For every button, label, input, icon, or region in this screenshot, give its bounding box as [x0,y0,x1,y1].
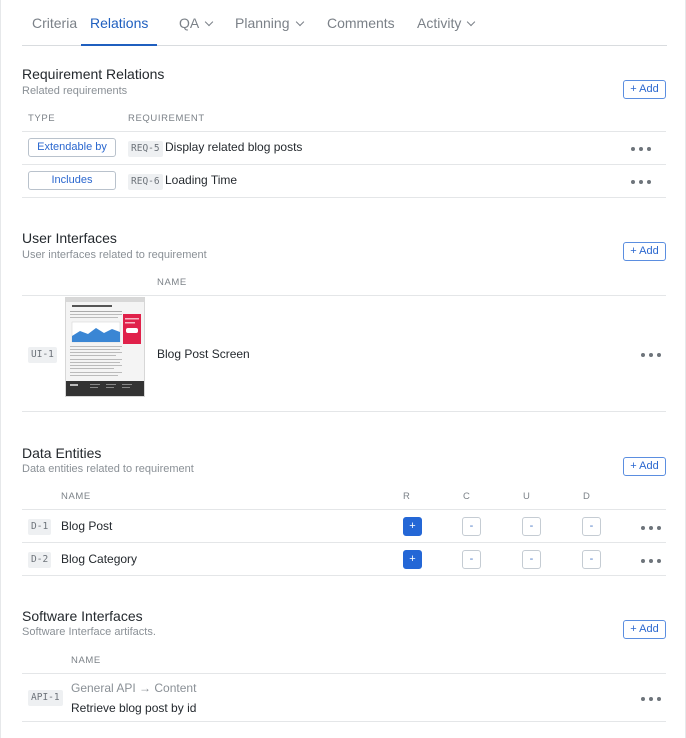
more-options-icon[interactable] [641,693,663,705]
section-subtitle: Data entities related to requirement [22,463,194,475]
section-title: Software Interfaces [22,608,143,624]
divider [22,411,666,412]
column-header-delete: D [583,491,591,502]
add-user-interface-button[interactable]: + Add [623,242,666,261]
tab-label: QA [179,15,200,31]
more-options-icon[interactable] [631,176,653,188]
tab-criteria[interactable]: Criteria [32,14,77,46]
entity-id-badge: D-1 [28,519,52,535]
update-toggle[interactable]: - [522,517,541,536]
divider [22,197,666,198]
update-toggle[interactable]: - [522,550,541,569]
divider [22,509,666,510]
add-data-entity-button[interactable]: + Add [623,457,666,476]
requirement-relations-section: Requirement Relations Related requiremen… [22,66,666,206]
add-requirement-relation-button[interactable]: + Add [623,80,666,99]
tab-bar: Criteria Relations QA Planning Comments … [22,0,667,46]
entity-id-badge: D-2 [28,552,52,568]
tab-label: Relations [90,15,149,31]
thumbnail-image [66,298,144,396]
user-interfaces-section: User Interfaces User interfaces related … [22,230,666,415]
more-options-icon[interactable] [641,555,663,567]
entity-name-link[interactable]: Blog Category [61,552,137,566]
relation-type-selector[interactable]: Includes [28,171,116,190]
divider [22,673,666,674]
tab-relations[interactable]: Relations [81,14,158,46]
chevron-down-icon [204,17,214,27]
divider [22,721,666,722]
api-id-badge: API-1 [28,690,63,706]
ui-name-link[interactable]: Blog Post Screen [157,347,250,361]
ui-id-badge: UI-1 [28,347,57,363]
delete-toggle[interactable]: - [582,550,601,569]
column-header-name: NAME [61,491,91,502]
chevron-down-icon [295,17,304,27]
section-subtitle: Related requirements [22,85,128,97]
relation-type-selector[interactable]: Extendable by [28,138,116,157]
column-header-type: TYPE [28,113,56,124]
more-options-icon[interactable] [641,349,663,361]
divider [22,164,666,165]
divider [22,295,666,296]
tab-label: Comments [327,15,395,31]
column-header-name: NAME [71,655,101,666]
divider [22,131,666,132]
create-toggle[interactable]: - [462,517,481,536]
tab-label: Criteria [32,15,78,31]
entity-name-link[interactable]: Blog Post [61,519,112,533]
more-options-icon[interactable] [641,522,663,534]
tab-comments[interactable]: Comments [327,14,395,46]
add-software-interface-button[interactable]: + Add [623,620,666,639]
tab-planning[interactable]: Planning [235,14,304,46]
ui-screenshot-thumbnail[interactable] [65,297,145,397]
column-header-read: R [403,491,411,502]
tab-qa[interactable]: QA [179,14,214,46]
requirement-id-badge: REQ-5 [128,141,163,157]
relations-panel: Criteria Relations QA Planning Comments … [0,0,686,738]
requirement-name-link[interactable]: Display related blog posts [165,140,302,154]
column-header-name: NAME [157,277,187,288]
tab-label: Planning [235,15,290,31]
read-toggle[interactable]: + [403,550,422,569]
section-title: Data Entities [22,445,102,461]
delete-toggle[interactable]: - [582,517,601,536]
api-name-link[interactable]: Retrieve blog post by id [71,701,196,715]
column-header-requirement: REQUIREMENT [128,113,205,124]
read-toggle[interactable]: + [403,517,422,536]
tab-activity[interactable]: Activity [417,14,476,46]
create-toggle[interactable]: - [462,550,481,569]
section-subtitle: User interfaces related to requirement [22,249,207,261]
divider [22,542,666,543]
more-options-icon[interactable] [631,143,653,155]
requirement-name-link[interactable]: Loading Time [165,173,237,187]
api-path: General API → Content [71,681,197,695]
tab-label: Activity [417,15,462,31]
column-header-create: C [463,491,471,502]
section-subtitle: Software Interface artifacts. [22,626,156,638]
divider [22,575,666,576]
data-entities-section: Data Entities Data entities related to r… [22,445,666,580]
section-title: User Interfaces [22,230,117,246]
section-title: Requirement Relations [22,66,165,82]
column-header-update: U [523,491,531,502]
software-interfaces-section: Software Interfaces Software Interface a… [22,608,666,728]
chevron-down-icon [467,17,476,27]
requirement-id-badge: REQ-6 [128,174,163,190]
